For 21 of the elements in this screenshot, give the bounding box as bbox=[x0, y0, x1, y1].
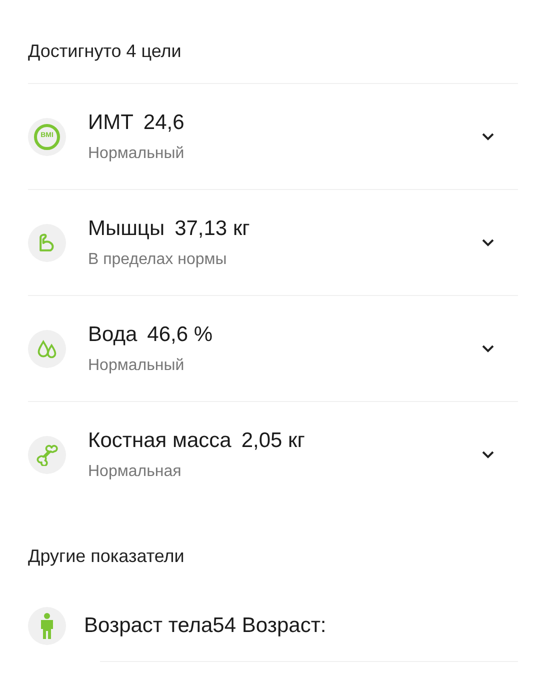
metric-label: Возраст тела54 Возраст: bbox=[84, 613, 326, 640]
metric-name: Мышцы bbox=[88, 216, 165, 242]
bone-icon bbox=[36, 444, 58, 466]
metric-value: 37,13 кг bbox=[174, 216, 250, 242]
metric-name: ИМТ bbox=[88, 110, 134, 136]
goal-row[interactable]: Мышцы 37,13 кг В пределах нормы bbox=[28, 189, 518, 295]
metric-status: Нормальная bbox=[88, 462, 182, 482]
drops-icon bbox=[36, 338, 58, 360]
metric-name: Вода bbox=[88, 322, 138, 348]
metric-value: 46,6 % bbox=[147, 322, 213, 348]
section-heading: Другие показатели bbox=[28, 545, 186, 568]
goal-row[interactable]: Вода 46,6 % Нормальный bbox=[28, 295, 518, 401]
metric-value: 24,6 bbox=[143, 110, 184, 136]
person-icon bbox=[38, 613, 56, 639]
section-heading: Достигнуто 4 цели bbox=[28, 40, 182, 63]
metric-value: 2,05 кг bbox=[241, 428, 305, 454]
metric-name: Костная масса bbox=[88, 428, 232, 454]
goal-row[interactable]: Костная масса 2,05 кг Нормальная bbox=[28, 401, 518, 507]
metric-status: Нормальный bbox=[88, 356, 186, 376]
metric-status: В пределах нормы bbox=[88, 250, 228, 270]
metric-status: Нормальный bbox=[88, 144, 186, 164]
